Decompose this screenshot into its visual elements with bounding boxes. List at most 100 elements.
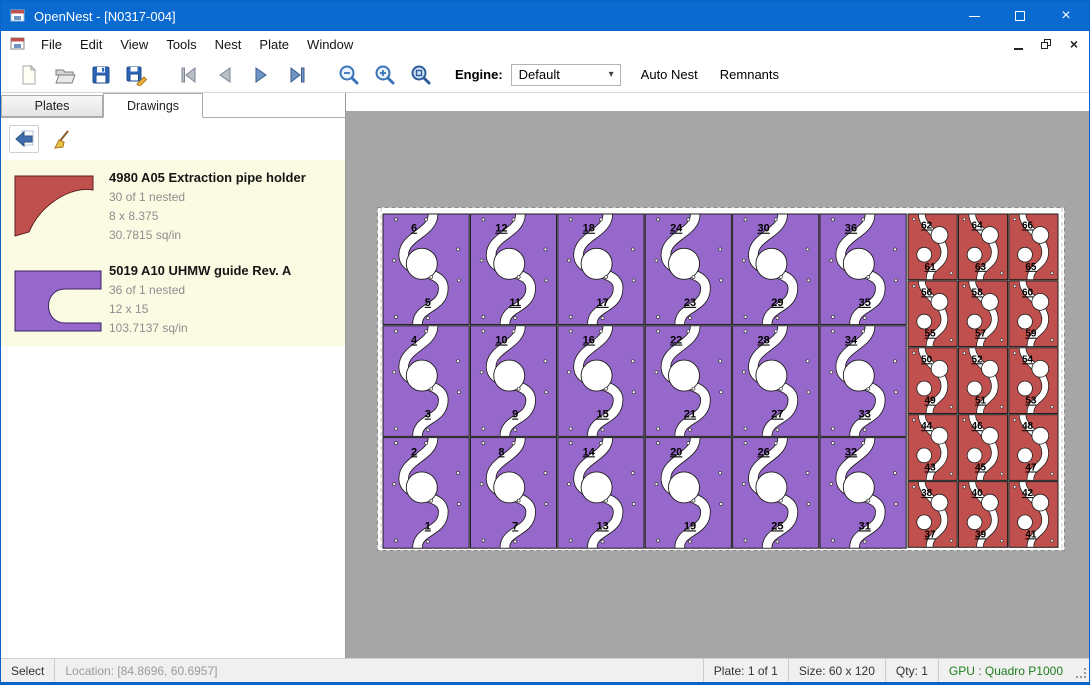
purple-part-pair[interactable]: 8 7	[470, 438, 556, 549]
tab-plates[interactable]: Plates	[1, 95, 103, 117]
part-number: 15	[596, 409, 608, 421]
menu-nest[interactable]: Nest	[206, 33, 251, 56]
red-part-pair[interactable]: 42 41	[1009, 482, 1058, 548]
red-part-pair[interactable]: 40 39	[958, 482, 1007, 548]
window-title: OpenNest - [N0317-004]	[34, 9, 176, 24]
purple-part-pair[interactable]: 10 9	[470, 326, 556, 437]
part-number: 52	[972, 354, 984, 365]
next-plate-button[interactable]	[243, 60, 279, 90]
part-number: 8	[498, 446, 504, 458]
purple-part-pair[interactable]: 18 17	[558, 214, 644, 325]
clear-button[interactable]	[47, 125, 77, 153]
part-number: 25	[771, 520, 783, 532]
previous-plate-button[interactable]	[207, 60, 243, 90]
red-part-pair[interactable]: 58 57	[958, 281, 1007, 347]
drawing-size: 8 x 8.375	[109, 207, 306, 226]
purple-part-pair[interactable]: 32 31	[820, 438, 906, 549]
first-plate-button[interactable]	[171, 60, 207, 90]
red-part-pair[interactable]: 62 61	[908, 214, 957, 280]
move-to-plate-button[interactable]	[9, 125, 39, 153]
close-icon: ×	[1061, 8, 1070, 24]
red-part-pair[interactable]: 48 47	[1009, 415, 1058, 481]
part-number: 23	[684, 297, 696, 309]
red-part-pair[interactable]: 52 51	[958, 348, 1007, 414]
purple-part-pair[interactable]: 2 1	[383, 438, 469, 549]
resize-grip-icon[interactable]	[1073, 659, 1089, 682]
maximize-button[interactable]	[997, 1, 1043, 31]
nest-plate[interactable]: 6 5 12 11 18 17 24 23	[377, 207, 1065, 551]
menu-plate[interactable]: Plate	[250, 33, 298, 56]
part-number: 9	[512, 409, 518, 421]
minimize-icon	[1014, 48, 1023, 50]
purple-part-pair[interactable]: 24 23	[645, 214, 731, 325]
purple-part-pair[interactable]: 36 35	[820, 214, 906, 325]
purple-part-pair[interactable]: 28 27	[733, 326, 819, 437]
part-number: 36	[845, 223, 857, 235]
red-part-pair[interactable]: 38 37	[908, 482, 957, 548]
part-number: 29	[771, 297, 783, 309]
nest-canvas[interactable]: 6 5 12 11 18 17 24 23	[346, 93, 1089, 658]
save-as-button[interactable]	[119, 60, 155, 90]
next-arrow-icon	[250, 64, 272, 86]
purple-part-pair[interactable]: 4 3	[383, 326, 469, 437]
menu-tools[interactable]: Tools	[157, 33, 205, 56]
purple-part-pair[interactable]: 26 25	[733, 438, 819, 549]
remnants-button[interactable]: Remnants	[718, 63, 781, 86]
purple-part-pair[interactable]: 12 11	[470, 214, 556, 325]
part-number: 16	[583, 335, 595, 347]
purple-part-pair[interactable]: 6 5	[383, 214, 469, 325]
part-number: 58	[972, 287, 984, 298]
close-button[interactable]: ×	[1043, 1, 1089, 31]
menu-window[interactable]: Window	[298, 33, 362, 56]
parts-panel: Plates Drawings 4980 A05 Extraction pip	[1, 93, 346, 658]
open-button[interactable]	[47, 60, 83, 90]
red-part-pair[interactable]: 54 53	[1009, 348, 1058, 414]
red-part-pair[interactable]: 60 59	[1009, 281, 1058, 347]
plate-svg[interactable]: 6 5 12 11 18 17 24 23	[377, 207, 1065, 551]
part-number: 14	[583, 446, 596, 458]
first-arrow-icon	[178, 64, 200, 86]
purple-part-pair[interactable]: 14 13	[558, 438, 644, 549]
last-plate-button[interactable]	[279, 60, 315, 90]
purple-part-pair[interactable]: 16 15	[558, 326, 644, 437]
part-number: 40	[972, 488, 984, 499]
part-number: 17	[596, 297, 608, 309]
red-part-pair[interactable]: 66 65	[1009, 214, 1058, 280]
part-number: 45	[975, 463, 987, 474]
part-number: 41	[1025, 529, 1037, 540]
zoom-extents-button[interactable]	[403, 60, 439, 90]
red-part-pair[interactable]: 56 55	[908, 281, 957, 347]
engine-select[interactable]: Default ▾	[511, 64, 621, 86]
red-part-pair[interactable]: 50 49	[908, 348, 957, 414]
drawing-item-2[interactable]: 5019 A10 UHMW guide Rev. A 36 of 1 neste…	[1, 253, 345, 346]
drawing-item-1[interactable]: 4980 A05 Extraction pipe holder 30 of 1 …	[1, 160, 345, 253]
child-restore-button[interactable]	[1033, 34, 1059, 54]
purple-part-pair[interactable]: 20 19	[645, 438, 731, 549]
purple-part-pair[interactable]: 34 33	[820, 326, 906, 437]
menu-edit[interactable]: Edit	[71, 33, 111, 56]
part-number: 59	[1025, 329, 1037, 340]
child-minimize-button[interactable]	[1005, 34, 1031, 54]
part-number: 28	[757, 335, 769, 347]
app-window: OpenNest - [N0317-004] × File Edit View …	[0, 0, 1090, 685]
zoom-out-button[interactable]	[331, 60, 367, 90]
part-number: 53	[1025, 396, 1037, 407]
red-part-pair[interactable]: 44 43	[908, 415, 957, 481]
red-part-pair[interactable]: 46 45	[958, 415, 1007, 481]
auto-nest-button[interactable]: Auto Nest	[639, 63, 700, 86]
drawing-nested: 36 of 1 nested	[109, 281, 291, 300]
zoom-in-button[interactable]	[367, 60, 403, 90]
minimize-button[interactable]	[951, 1, 997, 31]
last-arrow-icon	[286, 64, 308, 86]
tab-drawings[interactable]: Drawings	[103, 93, 203, 118]
part-number: 10	[495, 335, 507, 347]
child-close-button[interactable]: ×	[1061, 34, 1087, 54]
menu-file[interactable]: File	[32, 33, 71, 56]
menu-view[interactable]: View	[111, 33, 157, 56]
purple-part-pair[interactable]: 30 29	[733, 214, 819, 325]
purple-part-pair[interactable]: 22 21	[645, 326, 731, 437]
new-button[interactable]	[11, 60, 47, 90]
part-number: 33	[859, 409, 871, 421]
red-part-pair[interactable]: 64 63	[958, 214, 1007, 280]
save-button[interactable]	[83, 60, 119, 90]
